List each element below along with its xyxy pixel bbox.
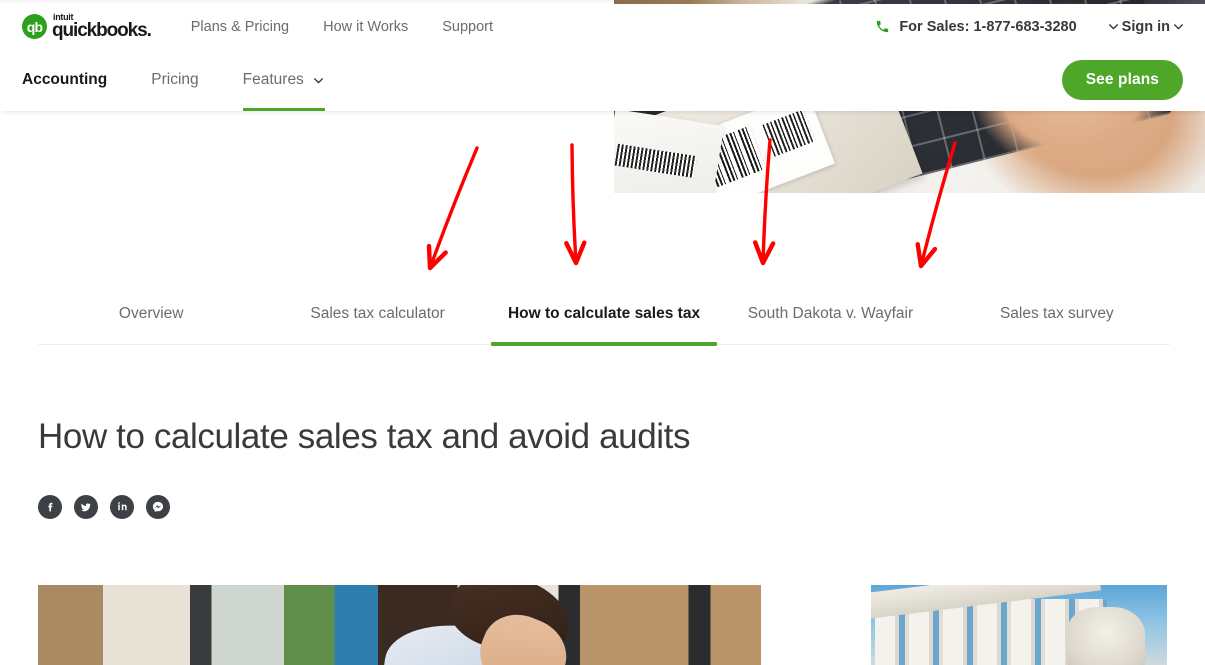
quickbooks-logo[interactable]: qb intuit quickbooks. <box>22 13 152 41</box>
twitter-icon <box>81 502 91 511</box>
messenger-share-button[interactable] <box>146 494 170 519</box>
for-sales-phone[interactable]: For Sales: 1-877-683-3280 <box>875 18 1077 35</box>
for-sales-label: For Sales: 1-877-683-3280 <box>899 18 1077 35</box>
linkedin-share-button[interactable] <box>110 494 134 519</box>
chevron-down-icon <box>1174 24 1183 30</box>
sign-in-menu[interactable]: Sign in <box>1107 19 1185 35</box>
product-nav-label: Pricing <box>151 71 199 88</box>
product-nav-item-accounting[interactable]: Accounting <box>22 49 107 111</box>
sign-in-label: Sign in <box>1121 18 1170 35</box>
product-nav-item-pricing[interactable]: Pricing <box>151 49 198 111</box>
tab-sales-tax-survey[interactable]: Sales tax survey <box>944 304 1170 344</box>
page-tabs: Overview Sales tax calculator How to cal… <box>38 235 1170 346</box>
tab-south-dakota-v-wayfair[interactable]: South Dakota v. Wayfair <box>717 304 943 344</box>
quickbooks-wordmark: quickbooks. <box>52 20 152 41</box>
product-nav-items: Accounting Pricing Features <box>22 49 369 111</box>
supreme-court-photo <box>870 585 1167 665</box>
product-nav-item-features[interactable]: Features <box>242 49 325 111</box>
statue <box>1067 607 1145 665</box>
tab-overview[interactable]: Overview <box>38 304 264 344</box>
messenger-icon <box>152 501 164 512</box>
article-cards <box>0 585 1205 665</box>
facebook-icon <box>47 502 52 512</box>
phone-icon <box>877 20 889 33</box>
nav-link-plans-pricing[interactable]: Plans & Pricing <box>191 19 289 35</box>
article-section: How to calculate sales tax and avoid aud… <box>0 345 1205 519</box>
global-nav-links: Plans & Pricing How it Works Support <box>191 19 493 35</box>
quickbooks-logo-text: intuit quickbooks. <box>52 13 152 41</box>
barcode <box>762 109 816 157</box>
quickbooks-logo-badge: qb <box>22 14 47 39</box>
card-image-office[interactable] <box>38 585 761 665</box>
chevron-down-icon <box>1108 24 1118 30</box>
global-header-right: For Sales: 1-877-683-3280 Sign in <box>875 19 1185 35</box>
person-at-desk <box>378 585 618 665</box>
card-image-supreme-court[interactable] <box>870 585 1167 665</box>
page-tabs-area: Overview Sales tax calculator How to cal… <box>0 193 1205 346</box>
product-nav-label: Accounting <box>22 71 108 88</box>
nav-link-how-it-works[interactable]: How it Works <box>323 19 408 35</box>
linkedin-icon <box>117 502 127 511</box>
tab-sales-tax-calculator[interactable]: Sales tax calculator <box>264 304 490 344</box>
product-nav-label: Features <box>242 71 304 88</box>
page-title: How to calculate sales tax and avoid aud… <box>38 417 691 456</box>
nav-link-support[interactable]: Support <box>442 19 493 35</box>
product-nav: Accounting Pricing Features See plans <box>0 49 1205 111</box>
twitter-share-button[interactable] <box>74 494 98 519</box>
global-header: qb intuit quickbooks. Plans & Pricing Ho… <box>0 4 1205 49</box>
see-plans-button[interactable]: See plans <box>1061 60 1183 100</box>
social-share-bar <box>38 494 1167 519</box>
tab-how-to-calculate-sales-tax[interactable]: How to calculate sales tax <box>490 304 718 346</box>
quickbooks-logo-badge-text: qb <box>26 18 43 35</box>
chevron-down-icon <box>313 77 323 83</box>
facebook-share-button[interactable] <box>38 494 62 519</box>
